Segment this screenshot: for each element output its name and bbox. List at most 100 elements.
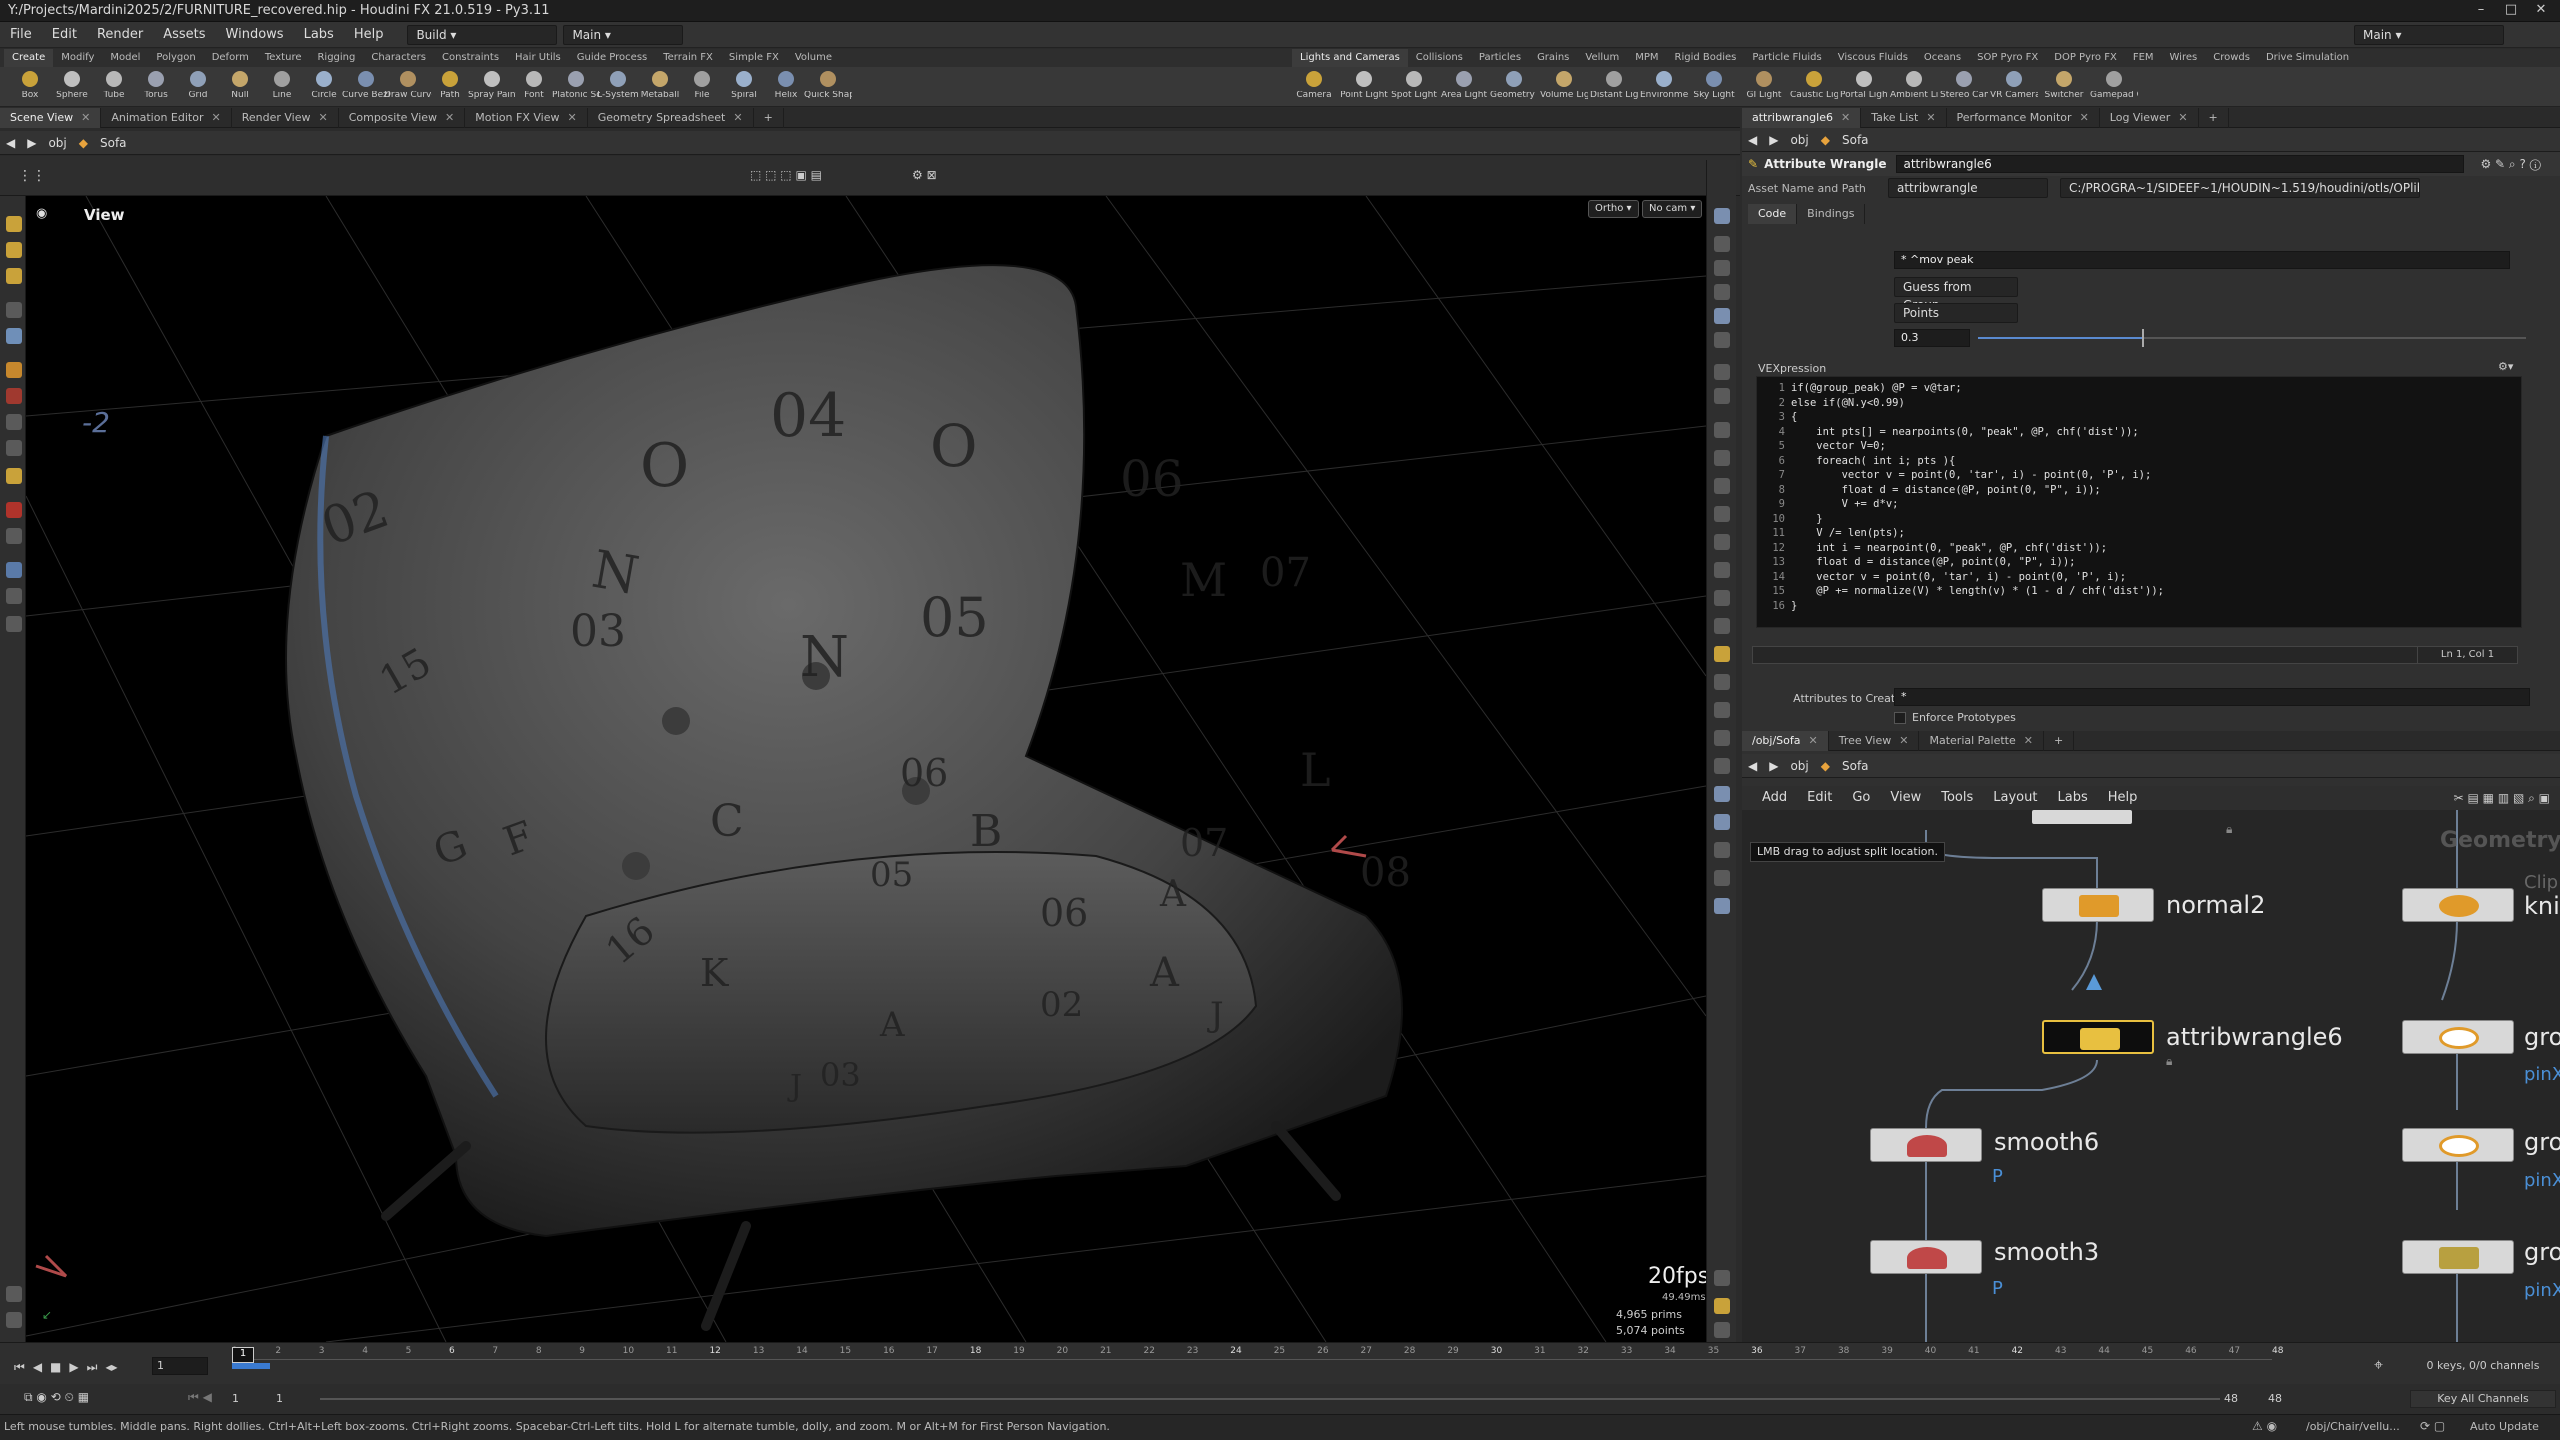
stop-icon[interactable]: ■ (50, 1360, 61, 1374)
close-icon[interactable]: ✕ (445, 111, 454, 124)
shelf-tool-volume-light[interactable]: Volume Light (1540, 67, 1588, 107)
face-icon[interactable] (1714, 814, 1730, 830)
shelf-tab-grains[interactable]: Grains (1529, 49, 1577, 67)
shelf-tool-circle[interactable]: Circle (300, 67, 348, 107)
shelf-tab-fem[interactable]: FEM (2125, 49, 2162, 67)
visibility-icon[interactable] (1714, 208, 1730, 224)
tab-code[interactable]: Code (1748, 204, 1798, 224)
shelf-tool-geometry-light[interactable]: Geometry Light (1490, 67, 1538, 107)
brush-tool-icon[interactable] (6, 414, 22, 430)
shelf-tool-vr-camera[interactable]: VR Camera (1990, 67, 2038, 107)
node-smooth3[interactable] (1870, 1240, 1982, 1274)
node-right-3[interactable] (2402, 1128, 2514, 1162)
menu-labs[interactable]: Labs (294, 22, 344, 48)
tab-scene-view[interactable]: Scene View ✕ (0, 107, 102, 128)
node-smooth6[interactable] (1870, 1128, 1982, 1162)
node-right-1[interactable] (2402, 888, 2514, 922)
node-right-2[interactable] (2402, 1020, 2514, 1054)
shelf-tool-tube[interactable]: Tube (90, 67, 138, 107)
asset-path-field[interactable]: C:/PROGRA~1/SIDEEF~1/HOUDIN~1.519/houdin… (2060, 178, 2420, 198)
node-normal2-label[interactable]: normal2 (2166, 891, 2265, 919)
shelf-tab-terrain-fx[interactable]: Terrain FX (655, 49, 721, 67)
add-parm-tab-icon[interactable]: + (2199, 107, 2229, 128)
info-icon[interactable] (1714, 870, 1730, 886)
shelf-tool-curve-bezier[interactable]: Curve Bezier (342, 67, 390, 107)
tab-motion-fx-view[interactable]: Motion FX View ✕ (465, 107, 588, 128)
select-mode-icon[interactable]: ⬚ ⬚ ⬚ ▣ ▤ (750, 168, 822, 182)
menu-edit[interactable]: Edit (42, 22, 87, 48)
magnet-icon[interactable] (6, 502, 22, 518)
tab-composite-view[interactable]: Composite View ✕ (339, 107, 466, 128)
lighting-icon[interactable] (1714, 284, 1730, 300)
shelf-tab-mpm[interactable]: MPM (1627, 49, 1666, 67)
template-icon[interactable] (1714, 422, 1730, 438)
pose-tool-icon[interactable] (6, 440, 22, 456)
upstream-lock-icon[interactable]: 🔒︎ (2226, 822, 2232, 837)
shelf-tab-drive-simulation[interactable]: Drive Simulation (2258, 49, 2357, 67)
point-icon[interactable] (1714, 758, 1730, 774)
shelf-tab-model[interactable]: Model (102, 49, 148, 67)
path-geo[interactable]: Sofa (94, 131, 133, 155)
net-menu-tools[interactable]: Tools (1931, 785, 1983, 811)
particles-icon[interactable] (1714, 562, 1730, 578)
shelf-tool-torus[interactable]: Torus (132, 67, 180, 107)
node-name-field[interactable]: attribwrangle6 (1896, 155, 2465, 173)
maximize-button[interactable]: □ (2496, 2, 2526, 20)
shelf-tool-quick-shapes[interactable]: Quick Shapes (804, 67, 852, 107)
close-icon[interactable]: ✕ (1899, 734, 1908, 747)
enforce-checkbox[interactable] (1894, 712, 1906, 724)
shelf-tool-null[interactable]: Null (216, 67, 264, 107)
run-over-dropdown[interactable]: Points (1894, 303, 2018, 323)
shelf-tool-sky-light[interactable]: Sky Light (1690, 67, 1738, 107)
parm-path-geo[interactable]: Sofa (1836, 128, 1875, 152)
tab-performance-monitor[interactable]: Performance Monitor ✕ (1947, 107, 2100, 128)
snapshot-icon[interactable] (1714, 618, 1730, 634)
shelf-tool-path[interactable]: Path (426, 67, 474, 107)
shelf-tool-caustic-light[interactable]: Caustic Light (1790, 67, 1838, 107)
shelf-tool-grid[interactable]: Grid (174, 67, 222, 107)
shelf-tool-metaball[interactable]: Metaball (636, 67, 684, 107)
shelf-tab-viscous-fluids[interactable]: Viscous Fluids (1830, 49, 1916, 67)
select-tool-icon[interactable] (6, 216, 22, 232)
shelf-tab-crowds[interactable]: Crowds (2205, 49, 2258, 67)
shelf-tab-sop-pyro-fx[interactable]: SOP Pyro FX (1969, 49, 2046, 67)
highlight-icon[interactable] (1714, 646, 1730, 662)
grid-toggle-icon[interactable] (1714, 506, 1730, 522)
net-forward-icon[interactable]: ▶ (1763, 754, 1784, 778)
key-all-button[interactable]: Key All Channels (2410, 1390, 2556, 1408)
tab-render-view[interactable]: Render View ✕ (232, 107, 339, 128)
shading-icon[interactable] (1714, 260, 1730, 276)
volume-icon[interactable] (1714, 590, 1730, 606)
shelf-tab-guide-process[interactable]: Guide Process (569, 49, 655, 67)
range-end2-field[interactable]: 48 (2268, 1390, 2308, 1408)
node-right-1-sub[interactable]: knit (2524, 892, 2560, 920)
shelf-tool-spot-light[interactable]: Spot Light (1390, 67, 1438, 107)
points-icon[interactable] (1714, 308, 1730, 324)
menu-help[interactable]: Help (344, 22, 394, 48)
node-attribwrangle6[interactable] (2042, 1020, 2154, 1054)
close-button[interactable]: ✕ (2526, 2, 2556, 20)
shelf-tab-polygon[interactable]: Polygon (148, 49, 203, 67)
shelf-tab-simple-fx[interactable]: Simple FX (721, 49, 787, 67)
shelf-tool-point-light[interactable]: Point Light (1340, 67, 1388, 107)
shelf-tab-modify[interactable]: Modify (53, 49, 102, 67)
tab-material-palette[interactable]: Material Palette ✕ (1919, 730, 2044, 751)
help-icon[interactable] (1714, 1270, 1730, 1286)
wireframe-icon[interactable] (1714, 236, 1730, 252)
net-menu-go[interactable]: Go (1842, 785, 1880, 811)
shelf-tab-volume[interactable]: Volume (787, 49, 840, 67)
shelf-tool-spiral[interactable]: Spiral (720, 67, 768, 107)
close-icon[interactable]: ✕ (1926, 111, 1935, 124)
add-tab-icon[interactable]: + (754, 107, 784, 128)
shelf-tab-deform[interactable]: Deform (204, 49, 257, 67)
range-end-field[interactable]: 48 (2224, 1390, 2264, 1408)
camera-view-icon[interactable] (1714, 1322, 1730, 1338)
attrs-field[interactable]: * (1894, 688, 2530, 706)
shelf-tool-area-light[interactable]: Area Light (1440, 67, 1488, 107)
dist-field[interactable]: 0.3 (1894, 329, 1970, 347)
background-icon[interactable] (1714, 478, 1730, 494)
path-obj[interactable]: obj (42, 131, 72, 155)
ortho-dropdown[interactable]: Ortho ▾ (1588, 200, 1639, 218)
camera-tool-icon[interactable] (6, 562, 22, 578)
group-field[interactable]: * ^mov peak (1894, 251, 2510, 269)
